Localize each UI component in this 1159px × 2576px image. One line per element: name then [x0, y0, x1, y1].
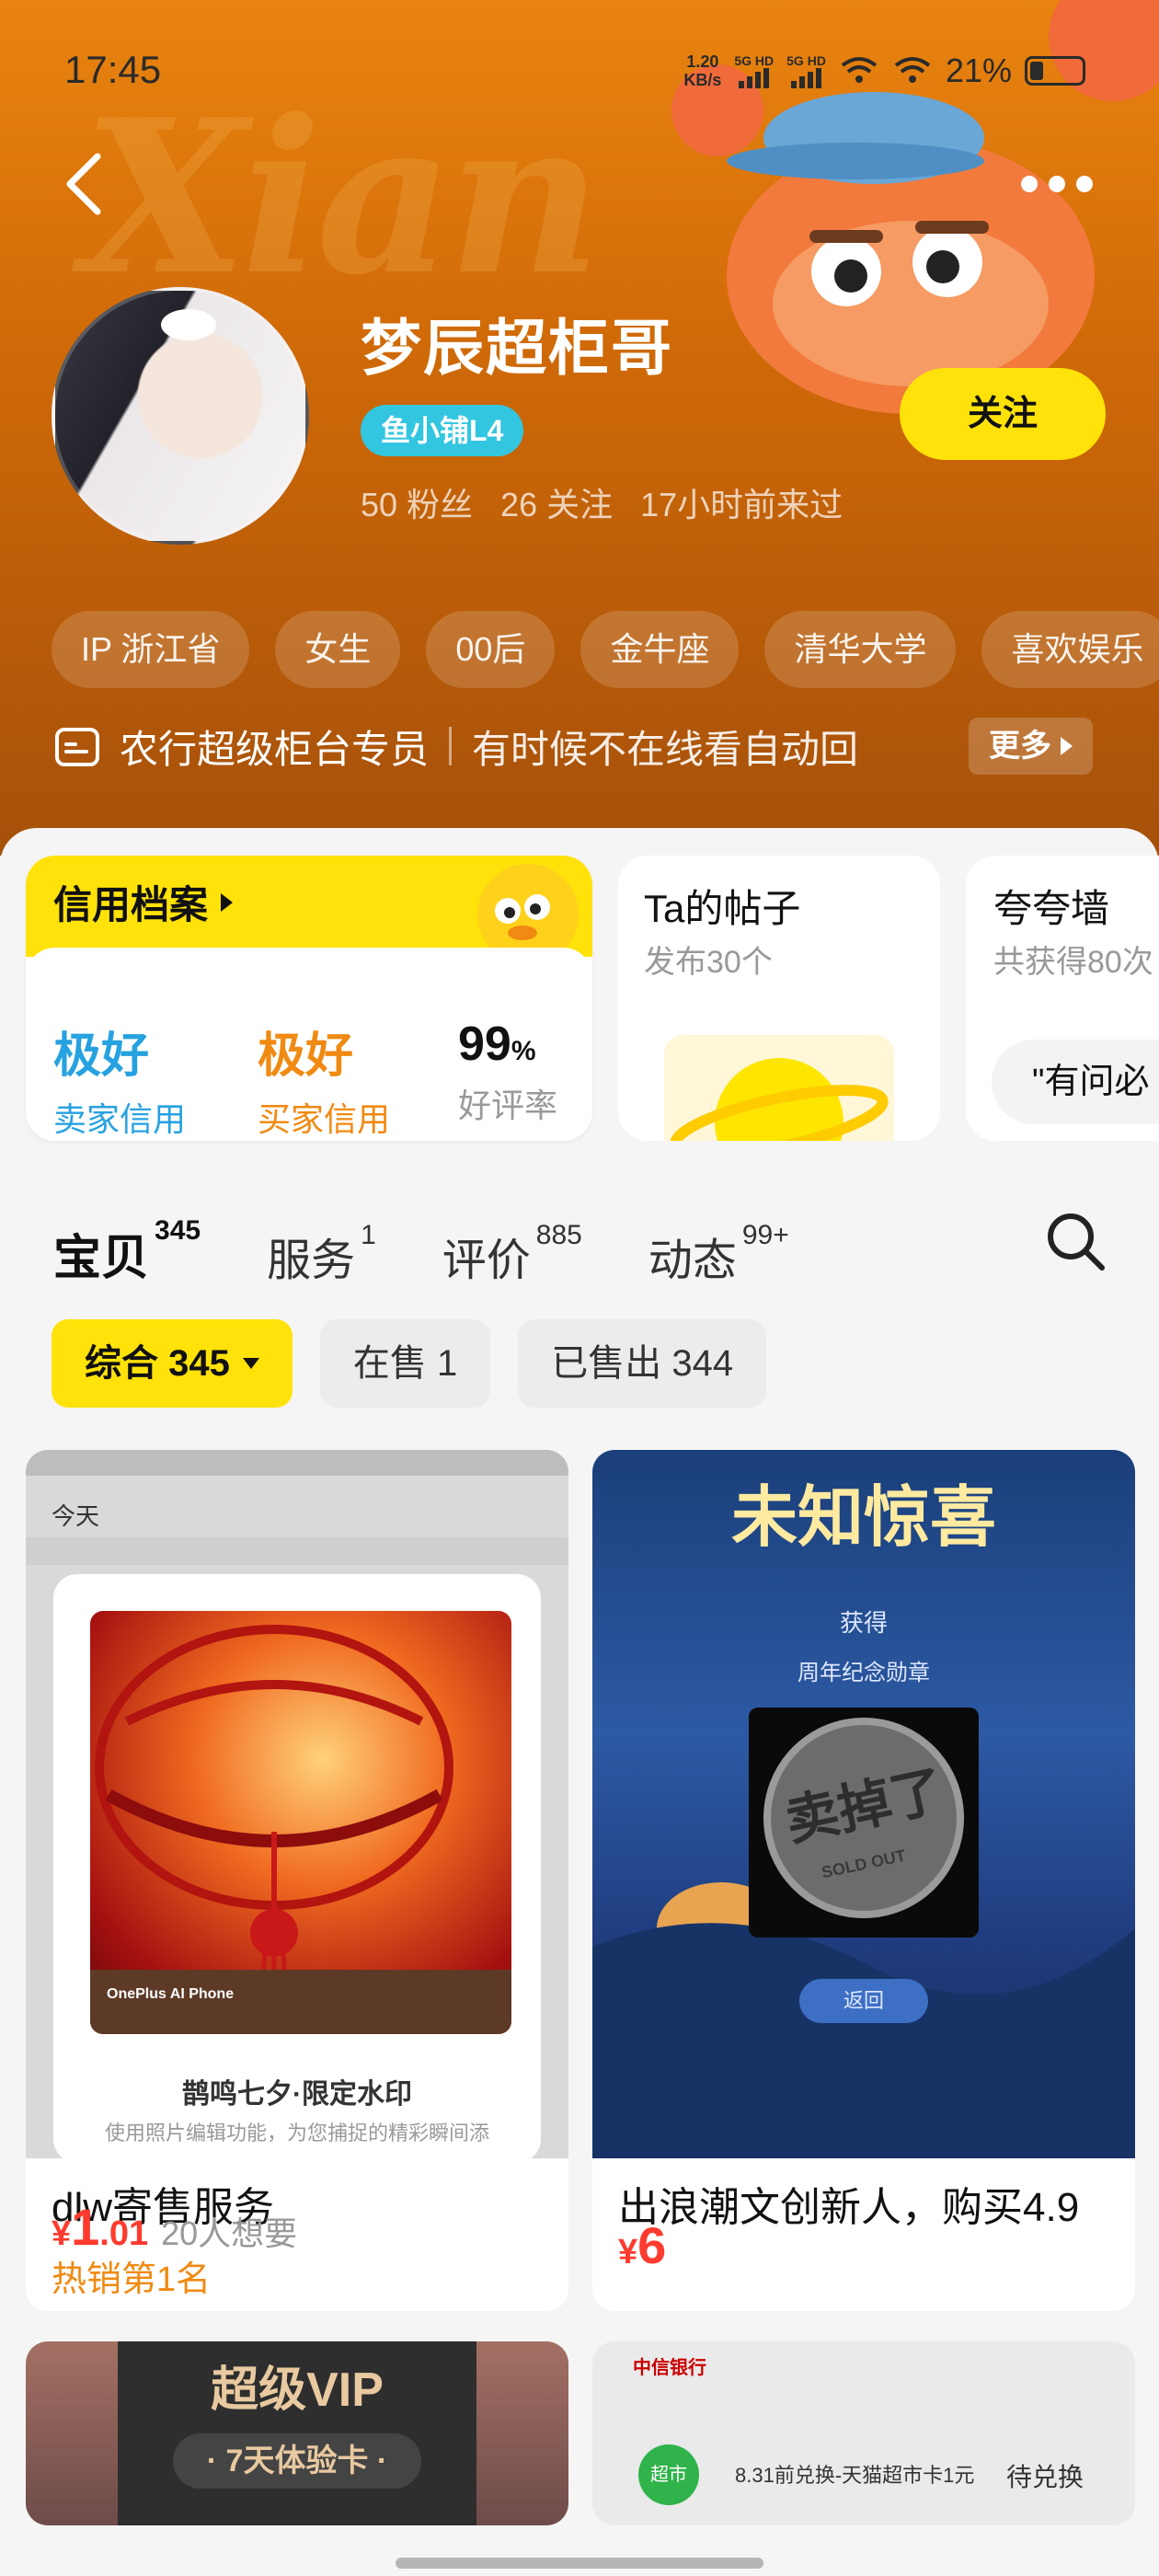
chevron-right-icon [1061, 737, 1073, 755]
product-rank: 热销第1名 [52, 2260, 212, 2299]
praise-wall-card[interactable]: 夸夸墙 共获得80次 "有问必 [966, 856, 1159, 1141]
battery-icon [1025, 56, 1085, 86]
tab-moments[interactable]: 动态99+ [648, 1220, 789, 1288]
bio-divider [449, 727, 453, 765]
profile-header: Xian 17:45 1.20 KB/s 5G HD 5G HD 21% 梦辰超… [0, 0, 1159, 856]
filter-on-sale[interactable]: 在售 1 [319, 1319, 491, 1408]
followers-count[interactable]: 50 粉丝 [361, 478, 473, 526]
praise-title: 夸夸墙 [993, 887, 1110, 930]
product-price: ¥6 [618, 2216, 667, 2274]
supermarket-icon: 超市 [638, 2444, 699, 2505]
product-image: 中信银行 超市 8.31前兑换-天猫超市卡1元 待兑换 [592, 2341, 1135, 2525]
praise-quote: "有问必 [992, 1040, 1159, 1124]
profile-card-icon [55, 728, 99, 766]
back-arrow-icon[interactable] [55, 147, 120, 221]
product-image: 今天 OnePlus AI Phone 鹊鸣七夕·限定水印 使用照片编辑功能，为… [26, 1450, 568, 2158]
product-card[interactable]: 未知惊喜 获得 周年纪念勋章 卖掉了 SOLD OUT 返回 出浪潮文创新人，购… [592, 1450, 1135, 2311]
product-image: 未知惊喜 获得 周年纪念勋章 卖掉了 SOLD OUT 返回 [592, 1450, 1135, 2158]
watermark-preview-card: OnePlus AI Phone 鹊鸣七夕·限定水印 使用照片编辑功能，为您捕捉… [53, 1574, 541, 2158]
battery-percent: 21% [945, 52, 1012, 89]
credit-profile-card[interactable]: 信用档案 极好 卖家信用 极好 买家信用 99% 好评率 [26, 856, 592, 1141]
more-options-icon[interactable] [1021, 161, 1104, 207]
net-speed: 1.20 KB/s [683, 52, 722, 89]
home-indicator[interactable] [396, 2558, 763, 2569]
praise-subtitle: 共获得80次 [993, 945, 1153, 980]
tag-age: 00后 [426, 611, 556, 688]
tab-items[interactable]: 宝贝345 [53, 1215, 201, 1288]
want-count: 20人想要 [161, 2214, 298, 2252]
status-time: 17:45 [64, 48, 162, 91]
bio-row[interactable]: 农行超级柜台专员 有时候不在线看自动回 更多 [53, 714, 1111, 778]
sim1-signal-icon: 5G HD [734, 53, 774, 88]
wifi-plus-icon [841, 57, 878, 83]
tab-reviews[interactable]: 评价885 [442, 1220, 582, 1288]
filter-chips: 综合 345 在售 1 已售出 344 [52, 1319, 767, 1408]
user-stats: 50 粉丝 26 关注 17小时前来过 [361, 478, 843, 526]
content-tabs: 宝贝345 服务1 评价885 动态99+ [53, 1196, 789, 1288]
shop-level-badge[interactable]: 鱼小铺L4 [361, 405, 524, 456]
tag-ip-location: IP 浙江省 [52, 611, 250, 688]
lantern-photo: OnePlus AI Phone [90, 1611, 511, 2034]
follow-button[interactable]: 关注 [900, 368, 1106, 460]
following-count[interactable]: 26 关注 [500, 478, 613, 526]
credit-title: 信用档案 [53, 874, 234, 930]
posts-card[interactable]: Ta的帖子 发布30个 [618, 856, 940, 1141]
bio-title: 农行超级柜台专员 [120, 727, 430, 771]
seller-credit: 极好 卖家信用 [53, 1029, 187, 1138]
positive-rate: 99% 好评率 [458, 1018, 558, 1124]
filter-sold[interactable]: 已售出 344 [518, 1319, 767, 1408]
tab-services[interactable]: 服务1 [267, 1220, 376, 1288]
filter-all[interactable]: 综合 345 [52, 1319, 293, 1408]
main-panel: 信用档案 极好 卖家信用 极好 买家信用 99% 好评率 Ta的帖子 发布30个 夸夸… [0, 828, 1159, 2576]
tag-gender: 女生 [275, 611, 401, 688]
product-card[interactable]: 中信银行 超市 8.31前兑换-天猫超市卡1元 待兑换 [592, 2341, 1135, 2525]
posts-subtitle: 发布30个 [644, 945, 773, 980]
buyer-credit: 极好 买家信用 [258, 1029, 391, 1138]
user-nickname: 梦辰超柜哥 [361, 314, 673, 382]
vip-card-image: 超级VIP · 7天体验卡 · [118, 2341, 476, 2525]
wifi-icon [894, 57, 931, 83]
planet-icon [664, 1035, 894, 1141]
search-icon[interactable] [1039, 1205, 1113, 1279]
chevron-right-icon [221, 892, 234, 912]
caret-down-icon [242, 1358, 259, 1369]
product-title: 出浪潮文创新人，购买4.9 [618, 2185, 1080, 2230]
tag-school: 清华大学 [764, 611, 957, 688]
tag-interest: 喜欢娱乐 [981, 611, 1159, 688]
product-price: ¥1.01 20人想要 [52, 2198, 298, 2256]
profile-tags: IP 浙江省 女生 00后 金牛座 清华大学 喜欢娱乐 [52, 611, 1159, 688]
last-seen: 17小时前来过 [640, 486, 843, 523]
product-card[interactable]: 超级VIP · 7天体验卡 · [26, 2341, 568, 2525]
bio-more-button[interactable]: 更多 [969, 718, 1093, 775]
bio-text: 有时候不在线看自动回 [472, 727, 859, 771]
tag-zodiac: 金牛座 [580, 611, 740, 688]
product-image: 超级VIP · 7天体验卡 · [26, 2341, 568, 2525]
status-bar: 17:45 1.20 KB/s 5G HD 5G HD 21% [0, 0, 1159, 138]
sim2-signal-icon: 5G HD [786, 53, 826, 88]
product-card[interactable]: 今天 OnePlus AI Phone 鹊鸣七夕·限定水印 使用照片编辑功能，为… [26, 1450, 568, 2311]
posts-title: Ta的帖子 [644, 887, 801, 930]
avatar[interactable] [52, 287, 309, 545]
